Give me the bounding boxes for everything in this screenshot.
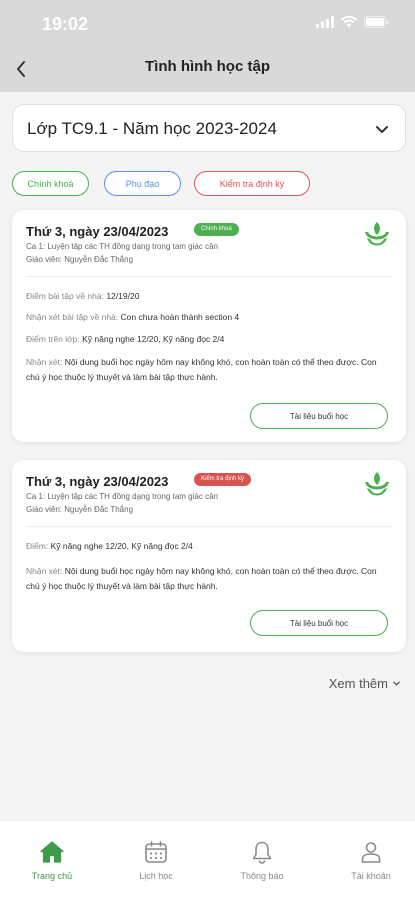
status-bar: 19:02 (0, 0, 415, 48)
class-year-select[interactable]: Lớp TC9.1 - Năm học 2023-2024 (12, 104, 406, 152)
home-icon (40, 841, 64, 863)
tab-schedule[interactable]: Lịch học (121, 839, 191, 881)
lesson-date: Thứ 3, ngày 23/04/2023 (26, 224, 169, 239)
class-score: Điểm trên lớp: Kỹ năng nghe 12/20, Kỹ nă… (26, 334, 225, 344)
filter-chinh-khoa[interactable]: Chính khoá (12, 171, 89, 196)
card-divider (26, 276, 392, 277)
chevron-down-icon (376, 126, 388, 133)
lesson-materials-button[interactable]: Tài liệu buổi học (250, 403, 388, 429)
lesson-comment: Nhận xét: Nội dung buổi học ngày hôm nay… (26, 357, 377, 382)
bottom-tab-bar: Trang chủ Lịch học Thông báo Tài khoản (0, 820, 415, 900)
lesson-teacher: Giáo viên: Nguyễn Đắc Thắng (26, 505, 134, 514)
tab-account[interactable]: Tài khoản (336, 839, 406, 881)
wifi-icon (341, 16, 357, 28)
tab-label: Thông báo (240, 871, 284, 881)
filter-phu-dao[interactable]: Phụ đạo (104, 171, 181, 196)
lesson-topic: Ca 1: Luyện tập các TH đồng dạng trong t… (26, 492, 218, 501)
status-icons (316, 16, 389, 28)
page-title: Tình hình học tập (145, 58, 270, 75)
homework-score: Điểm bài tập về nhà: 12/19/20 (26, 291, 140, 301)
bell-icon (252, 841, 272, 864)
lesson-date: Thứ 3, ngày 23/04/2023 (26, 474, 169, 489)
user-icon (361, 842, 381, 863)
lesson-comment: Nhận xét: Nội dung buổi học ngày hôm nay… (26, 566, 377, 591)
tab-label: Trang chủ (31, 871, 73, 881)
school-logo-icon (365, 472, 389, 496)
tab-home[interactable]: Trang chủ (17, 839, 87, 881)
see-more-label: Xem thêm (328, 676, 388, 691)
lesson-type-badge: Kiểm tra định kỳ (194, 473, 252, 486)
lesson-card: Thứ 3, ngày 23/04/2023 Kiểm tra định kỳ … (12, 460, 406, 652)
battery-icon (364, 16, 389, 28)
lesson-card: Thứ 3, ngày 23/04/2023 Chính khoá Ca 1: … (12, 210, 406, 442)
card-divider (26, 526, 392, 527)
signal-icon (316, 16, 334, 28)
calendar-icon (145, 841, 167, 863)
school-logo-icon (365, 222, 389, 246)
test-score: Điểm: Kỹ năng nghe 12/20, Kỹ năng đọc 2/… (26, 541, 193, 551)
chevron-down-icon (393, 681, 400, 686)
lesson-type-badge: Chính khoá (194, 223, 239, 236)
nav-bar: Tình hình học tập (0, 48, 415, 92)
homework-comment: Nhận xét bài tập về nhà: Con chưa hoàn t… (26, 312, 240, 322)
status-time: 19:02 (42, 14, 89, 34)
lesson-materials-button[interactable]: Tài liệu buổi học (250, 610, 388, 636)
lesson-teacher: Giáo viên: Nguyễn Đắc Thắng (26, 255, 134, 264)
filter-kiem-tra-dinh-ky[interactable]: Kiểm tra định kỳ (194, 171, 310, 196)
see-more-link[interactable]: Xem thêm (329, 676, 401, 691)
tab-label: Tài khoản (351, 871, 391, 881)
tab-notifications[interactable]: Thông báo (227, 839, 297, 881)
lesson-topic: Ca 1: Luyện tập các TH đồng dạng trong t… (26, 242, 218, 251)
class-year-value: Lớp TC9.1 - Năm học 2023-2024 (27, 119, 277, 138)
tab-label: Lịch học (139, 871, 173, 881)
